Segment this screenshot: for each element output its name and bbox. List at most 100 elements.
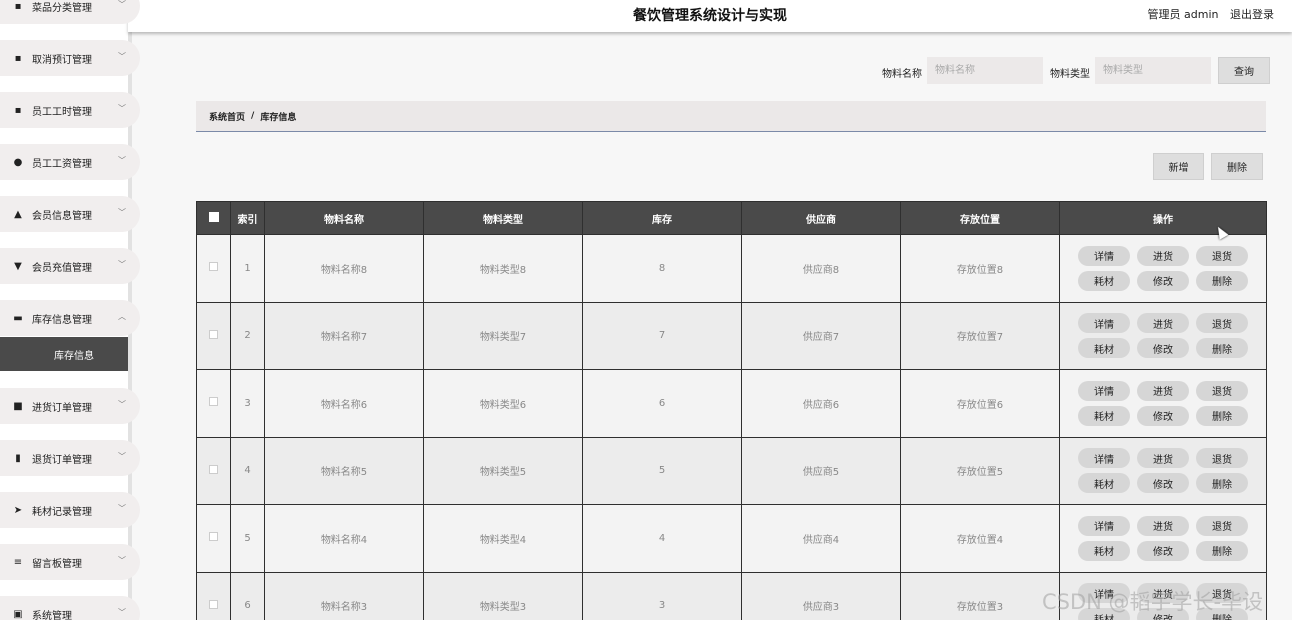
sidebar-item-dish-category[interactable]: ▪ 菜品分类管理 ﹀ — [0, 0, 140, 24]
grid-icon: ▪ — [14, 0, 22, 12]
cell-supplier: 供应商4 — [741, 504, 901, 573]
sidebar-subitem-inventory-info[interactable]: 库存信息 — [0, 337, 128, 371]
return-button[interactable]: 退货 — [1196, 448, 1248, 469]
sidebar-item-staff-hours[interactable]: ▪ 员工工时管理 ﹀ — [0, 92, 140, 128]
sidebar-item-inventory[interactable]: ▬ 库存信息管理 ︿ — [0, 300, 140, 336]
sidebar-item-return-order[interactable]: ▮ 退货订单管理 ﹀ — [0, 440, 140, 476]
purchase-button[interactable]: 进货 — [1137, 515, 1189, 536]
add-button[interactable]: 新增 — [1153, 153, 1204, 180]
select-all-checkbox[interactable] — [208, 211, 219, 222]
sidebar-item-message-board[interactable]: ≡ 留言板管理 ﹀ — [0, 544, 140, 580]
row-delete-button[interactable]: 删除 — [1196, 540, 1248, 561]
purchase-button[interactable]: 进货 — [1137, 448, 1189, 469]
user-area: 管理员 admin 退出登录 — [1148, 6, 1274, 22]
consumable-button[interactable]: 耗材 — [1078, 540, 1130, 561]
cell-location: 存放位置3 — [900, 571, 1060, 620]
sidebar-item-staff-salary[interactable]: ● 员工工资管理 ﹀ — [0, 144, 140, 180]
row-checkbox[interactable] — [209, 532, 218, 542]
cell-index: 2 — [230, 301, 265, 370]
cell-name: 物料名称5 — [264, 436, 424, 505]
send-icon: ➤ — [13, 504, 23, 516]
clipboard-icon: ▣ — [13, 608, 23, 620]
cell-name: 物料名称7 — [264, 301, 424, 370]
consumable-button[interactable]: 耗材 — [1078, 270, 1130, 291]
chevron-down-icon: ﹀ — [118, 104, 126, 113]
inventory-table-wrapper: 索引 物料名称 物料类型 库存 供应商 存放位置 操作 1 物料名称8 物料类型… — [196, 201, 1267, 620]
detail-button[interactable]: 详情 — [1078, 448, 1130, 469]
cell-index: 3 — [230, 369, 265, 438]
edit-button[interactable]: 修改 — [1137, 473, 1189, 494]
page-title: 餐饮管理系统设计与实现 — [633, 8, 787, 24]
consumable-button[interactable]: 耗材 — [1078, 338, 1130, 359]
purchase-button[interactable]: 进货 — [1137, 380, 1189, 401]
column-header-stock: 库存 — [582, 201, 742, 235]
delete-button[interactable]: 删除 — [1211, 153, 1263, 180]
cup-icon: ▼ — [14, 260, 22, 272]
cell-name: 物料名称3 — [264, 571, 424, 620]
select-all-header — [196, 201, 231, 235]
row-checkbox[interactable] — [209, 397, 218, 407]
type-search-label: 物料类型 — [1050, 69, 1090, 80]
breadcrumb-home[interactable]: 系统首页 — [209, 110, 245, 123]
sidebar-item-member-recharge[interactable]: ▼ 会员充值管理 ﹀ — [0, 248, 140, 284]
logout-link[interactable]: 退出登录 — [1230, 8, 1274, 21]
edit-button[interactable]: 修改 — [1137, 270, 1189, 291]
column-header-actions: 操作 — [1059, 201, 1267, 235]
cell-location: 存放位置4 — [900, 504, 1060, 573]
return-button[interactable]: 退货 — [1196, 245, 1248, 266]
edit-button[interactable]: 修改 — [1137, 338, 1189, 359]
cell-stock: 6 — [582, 369, 742, 438]
consumable-button[interactable]: 耗材 — [1078, 405, 1130, 426]
chevron-down-icon: ﹀ — [118, 400, 126, 409]
row-checkbox[interactable] — [209, 464, 218, 474]
edit-button[interactable]: 修改 — [1137, 540, 1189, 561]
row-delete-button[interactable]: 删除 — [1196, 338, 1248, 359]
cell-type: 物料类型5 — [423, 436, 583, 505]
column-header-location: 存放位置 — [900, 201, 1060, 235]
cell-index: 4 — [230, 436, 265, 505]
column-header-index: 索引 — [230, 201, 265, 235]
sidebar-item-member-info[interactable]: ▲ 会员信息管理 ﹀ — [0, 196, 140, 232]
sidebar-item-purchase-order[interactable]: ■ 进货订单管理 ﹀ — [0, 388, 140, 424]
edit-button[interactable]: 修改 — [1137, 405, 1189, 426]
row-delete-button[interactable]: 删除 — [1196, 473, 1248, 494]
row-checkbox[interactable] — [209, 262, 218, 272]
cell-supplier: 供应商6 — [741, 369, 901, 438]
chevron-down-icon: ﹀ — [118, 156, 126, 165]
name-search-input[interactable] — [927, 57, 1043, 84]
chevron-down-icon: ﹀ — [118, 208, 126, 217]
user-name: 管理员 admin — [1147, 8, 1219, 21]
detail-button[interactable]: 详情 — [1078, 245, 1130, 266]
purchase-button[interactable]: 进货 — [1137, 245, 1189, 266]
column-header-name: 物料名称 — [264, 201, 424, 235]
cell-location: 存放位置7 — [900, 301, 1060, 370]
sidebar-item-consumable-record[interactable]: ➤ 耗材记录管理 ﹀ — [0, 492, 140, 528]
cell-stock: 5 — [582, 436, 742, 505]
cell-index: 5 — [230, 504, 265, 573]
cell-name: 物料名称4 — [264, 504, 424, 573]
purchase-button[interactable]: 进货 — [1137, 313, 1189, 334]
row-delete-button[interactable]: 删除 — [1196, 270, 1248, 291]
query-button[interactable]: 查询 — [1218, 57, 1270, 84]
bar-chart-icon: ▮ — [15, 452, 21, 464]
cell-stock: 4 — [582, 504, 742, 573]
cell-location: 存放位置5 — [900, 436, 1060, 505]
breadcrumb-separator: / — [251, 111, 255, 121]
detail-button[interactable]: 详情 — [1078, 380, 1130, 401]
row-delete-button[interactable]: 删除 — [1196, 405, 1248, 426]
row-checkbox[interactable] — [209, 329, 218, 339]
cell-actions: 详情 进货 退货 耗材 修改 删除 — [1059, 504, 1267, 573]
detail-button[interactable]: 详情 — [1078, 313, 1130, 334]
consumable-button[interactable]: 耗材 — [1078, 473, 1130, 494]
sidebar-item-cancel-booking[interactable]: ▪ 取消预订管理 ﹀ — [0, 40, 140, 76]
sidebar-item-system[interactable]: ▣ 系统管理 ﹀ — [0, 596, 140, 620]
row-checkbox[interactable] — [209, 599, 218, 609]
return-button[interactable]: 退货 — [1196, 313, 1248, 334]
return-button[interactable]: 退货 — [1196, 380, 1248, 401]
type-search-input[interactable] — [1095, 57, 1211, 84]
cell-supplier: 供应商8 — [741, 234, 901, 303]
return-button[interactable]: 退货 — [1196, 515, 1248, 536]
detail-button[interactable]: 详情 — [1078, 515, 1130, 536]
cell-type: 物料类型8 — [423, 234, 583, 303]
table-header-row: 索引 物料名称 物料类型 库存 供应商 存放位置 操作 — [196, 201, 1267, 235]
